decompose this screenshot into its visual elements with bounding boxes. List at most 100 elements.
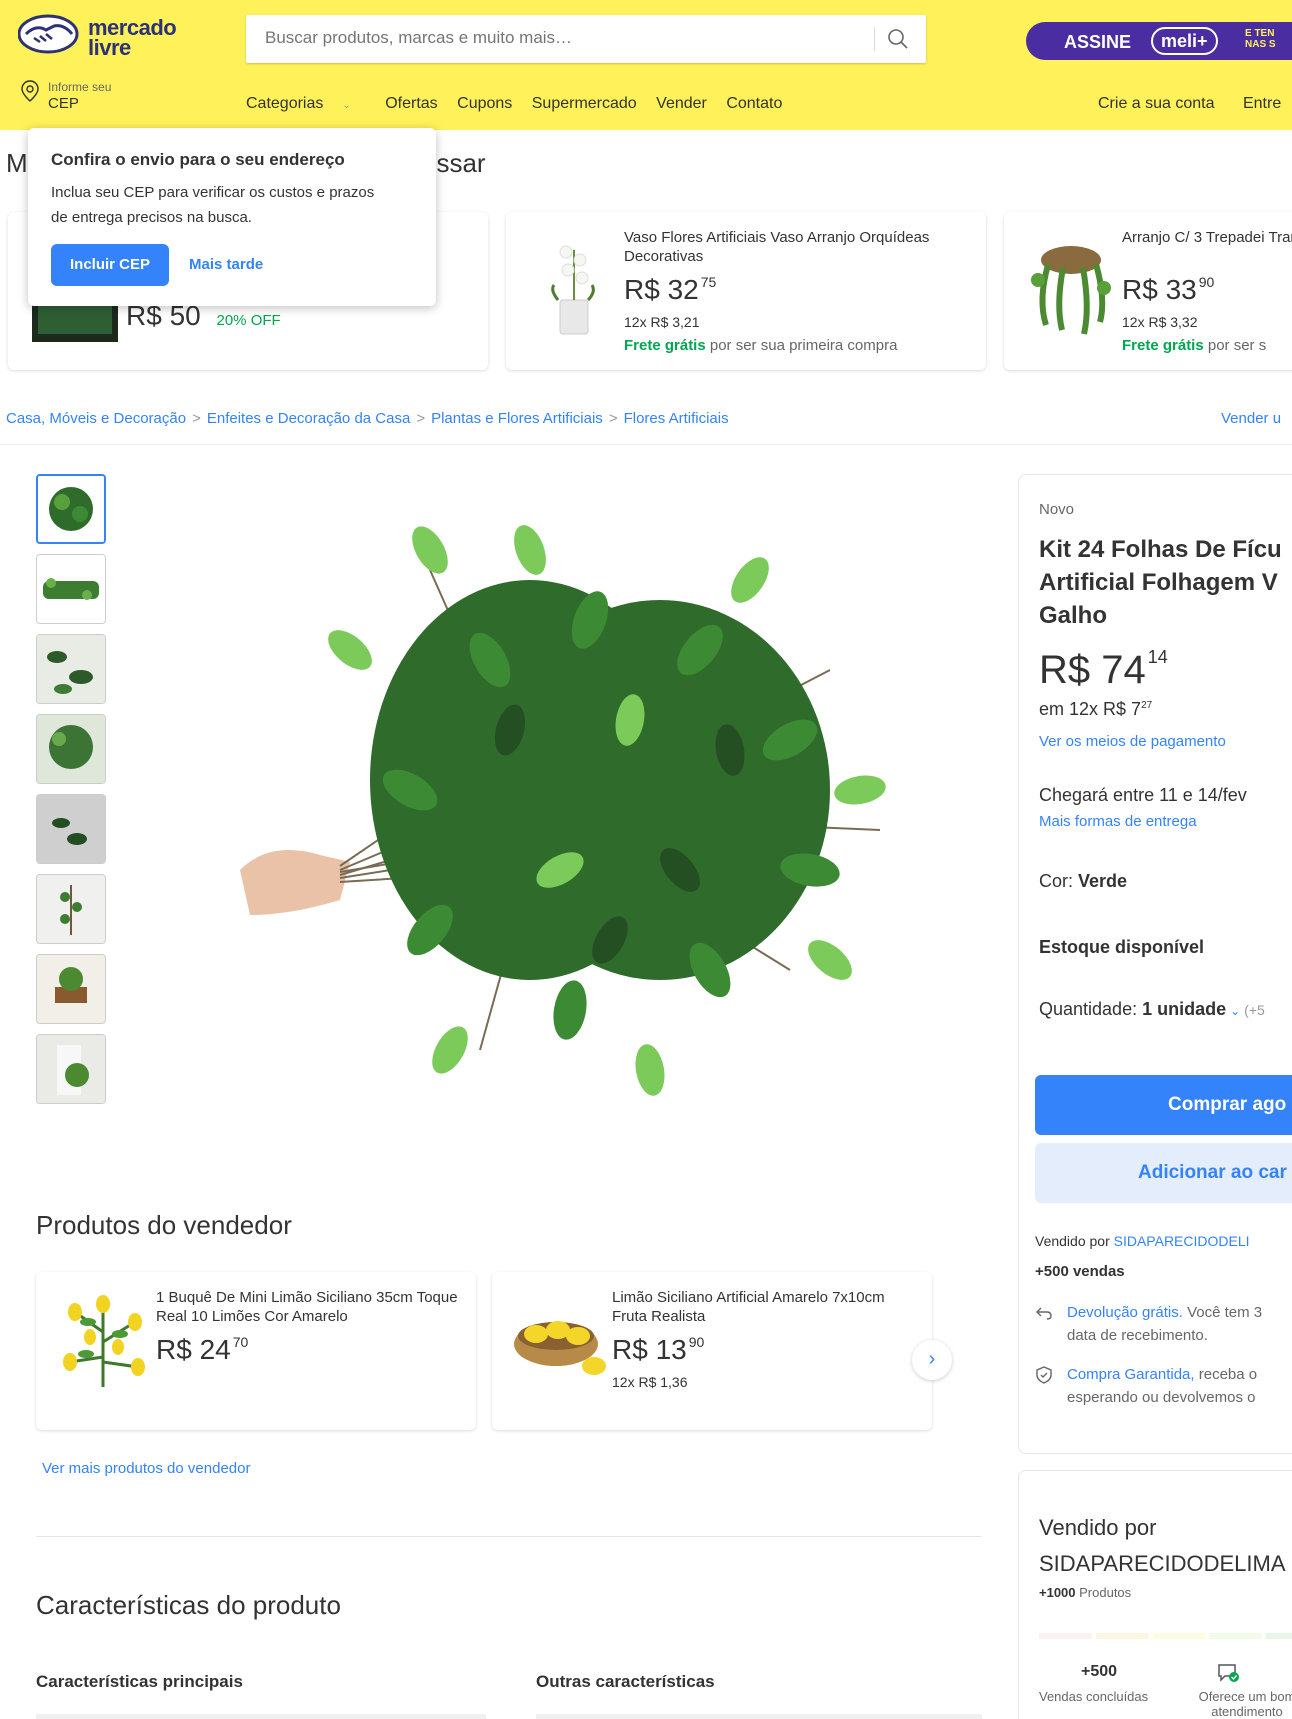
reputation-thermometer bbox=[1039, 1633, 1292, 1639]
seller-products-title: Produtos do vendedor bbox=[36, 1210, 292, 1240]
reco-price: R$ 32 75 bbox=[624, 274, 717, 305]
reco-card[interactable]: Vaso Flores Artificiais Vaso Arranjo Orq… bbox=[506, 212, 986, 370]
popup-title: Confira o envio para o seu endereço bbox=[51, 150, 345, 169]
stock-status: Estoque disponível bbox=[1039, 937, 1205, 957]
thumbnail-image bbox=[38, 476, 104, 542]
purchase-box: Novo Kit 24 Folhas De Fícu Artificial Fo… bbox=[1018, 474, 1292, 1454]
seller-product-image bbox=[514, 1321, 606, 1375]
delivery-options-link[interactable]: Mais formas de entrega bbox=[1039, 813, 1197, 830]
main-characteristics-heading: Características principais bbox=[36, 1672, 243, 1691]
seller-product-price: R$ 24 70 bbox=[156, 1334, 249, 1365]
meli-extra-text: E TEN NAS S bbox=[1245, 28, 1276, 50]
reco-title: Arranjo C/ 3 Trepadei Trançado Marrom bbox=[1122, 229, 1292, 246]
login-link[interactable]: Entre bbox=[1243, 95, 1281, 112]
reco-shipping: Frete grátis por ser s bbox=[1122, 337, 1267, 354]
divider bbox=[36, 1536, 982, 1537]
reputation-segment bbox=[1039, 1633, 1092, 1639]
nav-cupons[interactable]: Cupons bbox=[457, 95, 512, 112]
more-seller-products-link[interactable]: Ver mais produtos do vendedor bbox=[42, 1460, 250, 1477]
thumbnail-image bbox=[37, 875, 105, 943]
shield-check-icon bbox=[1036, 1366, 1052, 1384]
nav-vender[interactable]: Vender bbox=[656, 95, 707, 112]
characteristics-title: Características do produto bbox=[36, 1590, 341, 1620]
gallery-thumbnail[interactable] bbox=[36, 634, 106, 704]
gallery-thumbnail[interactable] bbox=[36, 954, 106, 1024]
discount-badge: 20% OFF bbox=[216, 312, 281, 329]
free-return-link[interactable]: Devolução grátis. bbox=[1067, 1304, 1183, 1321]
payment-methods-link[interactable]: Ver os meios de pagamento bbox=[1039, 733, 1226, 750]
carousel-next-button[interactable]: › bbox=[912, 1340, 952, 1380]
seller-product-price: R$ 13 90 bbox=[612, 1334, 705, 1365]
thumbnail-image bbox=[37, 1035, 105, 1103]
completed-sales-label: Vendas concluídas bbox=[1039, 1689, 1149, 1704]
location-pin-icon[interactable] bbox=[20, 80, 40, 102]
chevron-down-icon: ⌄ bbox=[342, 100, 351, 111]
breadcrumb-separator: > bbox=[608, 410, 618, 427]
location-cep[interactable]: CEP bbox=[48, 95, 79, 112]
include-cep-button[interactable]: Incluir CEP bbox=[51, 244, 169, 286]
quantity-selector[interactable]: Quantidade: 1 unidade ⌄ (+5 bbox=[1039, 999, 1265, 1020]
gallery-thumbnail[interactable] bbox=[36, 554, 106, 624]
meli-plus-banner[interactable]: ASSINE meli+ E TEN NAS S bbox=[1026, 22, 1292, 60]
popup-text: Inclua seu CEP para verificar os custos … bbox=[51, 184, 375, 226]
sold-by: Vendido por SIDAPARECIDODELI bbox=[1035, 1233, 1250, 1249]
breadcrumb-item[interactable]: Casa, Móveis e Decoração bbox=[6, 410, 186, 427]
logo-text: mercado livre bbox=[88, 15, 177, 60]
product-installments: em 12x R$ 727 bbox=[1039, 699, 1153, 719]
mercado-livre-logo[interactable]: mercado livre bbox=[17, 14, 188, 62]
handshake-logo-icon bbox=[17, 14, 79, 54]
nav-categorias[interactable]: Categorias ⌄ bbox=[246, 95, 366, 112]
gallery-thumbnail[interactable] bbox=[36, 794, 106, 864]
add-to-cart-button[interactable]: Adicionar ao car bbox=[1035, 1143, 1292, 1203]
reputation-segment bbox=[1266, 1633, 1292, 1639]
main-product-image[interactable] bbox=[230, 490, 910, 1110]
main-nav: Categorias ⌄ Ofertas Cupons Supermercado … bbox=[246, 95, 797, 113]
gallery-thumbnail[interactable] bbox=[36, 474, 106, 544]
thumbnail-image bbox=[37, 635, 105, 703]
completed-sales-value: +500 bbox=[1081, 1663, 1118, 1680]
breadcrumb-item[interactable]: Flores Artificiais bbox=[624, 410, 729, 427]
product-title: Kit 24 Folhas De Fícu Artificial Folhage… bbox=[1039, 536, 1282, 629]
seller-link[interactable]: SIDAPARECIDODELI bbox=[1114, 1233, 1250, 1249]
buy-now-button[interactable]: Comprar ago bbox=[1035, 1075, 1292, 1135]
search-icon[interactable] bbox=[886, 27, 910, 51]
account-nav: Crie a sua conta Entre bbox=[1098, 95, 1292, 113]
reco-installments: 12x R$ 3,32 bbox=[1122, 314, 1198, 330]
sales-count: +500 vendas bbox=[1035, 1263, 1125, 1280]
nav-ofertas[interactable]: Ofertas bbox=[385, 95, 437, 112]
breadcrumb-item[interactable]: Enfeites e Decoração da Casa bbox=[207, 410, 410, 427]
seller-product-title: Limão Siciliano Artificial Amarelo 7x10c… bbox=[612, 1289, 885, 1325]
gallery-thumbnail[interactable] bbox=[36, 714, 106, 784]
breadcrumb-separator: > bbox=[416, 410, 426, 427]
breadcrumb: Casa, Móveis e Decoração > Enfeites e Deco… bbox=[6, 410, 729, 427]
seller-product-title: 1 Buquê De Mini Limão Siciliano 35cm Toq… bbox=[156, 1289, 458, 1325]
nav-contato[interactable]: Contato bbox=[726, 95, 782, 112]
thumbnail-image bbox=[37, 795, 105, 863]
reco-product-image bbox=[1031, 246, 1111, 335]
thumbnail-image bbox=[37, 715, 105, 783]
color-selector[interactable]: Cor: Verde bbox=[1039, 871, 1127, 892]
reputation-segment bbox=[1095, 1633, 1149, 1639]
reco-card[interactable]: Arranjo C/ 3 Trepadei Trançado Marrom R$… bbox=[1004, 212, 1292, 370]
seller-products-count: +1000 Produtos bbox=[1039, 1585, 1132, 1600]
reco-title-start: M bbox=[6, 148, 28, 178]
seller-label: Vendido por bbox=[1039, 1515, 1157, 1540]
seller-product-image bbox=[63, 1295, 145, 1387]
search-input[interactable] bbox=[265, 28, 865, 48]
guarantee-link[interactable]: Compra Garantida, bbox=[1067, 1366, 1195, 1383]
gallery-thumbnail[interactable] bbox=[36, 874, 106, 944]
product-price: R$ 74 14 bbox=[1039, 647, 1168, 692]
location-label[interactable]: Informe seu bbox=[48, 80, 111, 94]
seller-name[interactable]: SIDAPARECIDODELIMA bbox=[1039, 1551, 1286, 1577]
seller-product-card[interactable]: 1 Buquê De Mini Limão Siciliano 35cm Toq… bbox=[36, 1272, 476, 1430]
later-button[interactable]: Mais tarde bbox=[189, 256, 263, 273]
other-characteristics-heading: Outras características bbox=[536, 1672, 715, 1691]
seller-product-card[interactable]: Limão Siciliano Artificial Amarelo 7x10c… bbox=[492, 1272, 932, 1430]
sell-similar-link[interactable]: Vender u bbox=[1221, 410, 1281, 427]
gallery-thumbnail[interactable] bbox=[36, 1034, 106, 1104]
breadcrumb-separator: > bbox=[192, 410, 201, 427]
chat-check-icon bbox=[1218, 1664, 1239, 1682]
nav-supermercado[interactable]: Supermercado bbox=[532, 95, 637, 112]
breadcrumb-item[interactable]: Plantas e Flores Artificiais bbox=[431, 410, 603, 427]
create-account-link[interactable]: Crie a sua conta bbox=[1098, 95, 1215, 112]
